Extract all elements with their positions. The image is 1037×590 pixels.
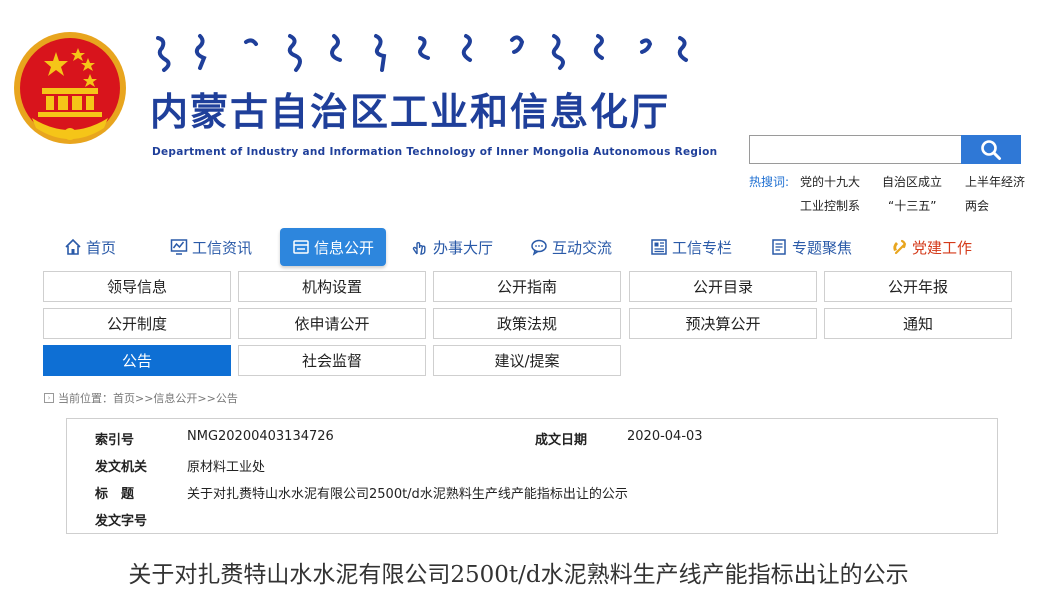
nav-item-label: 办事大厅: [433, 238, 494, 257]
subnav-on-request[interactable]: 依申请公开: [238, 308, 426, 339]
nav-item-label: 互动交流: [552, 238, 613, 257]
hot-words-label: 热搜词:: [749, 175, 790, 189]
issuer-label: 发文机关: [95, 460, 148, 475]
hot-word-link[interactable]: 两会: [965, 197, 989, 214]
subnav-leader-info[interactable]: 领导信息: [43, 271, 231, 302]
hot-word-link[interactable]: 自治区成立: [882, 173, 942, 190]
nav-item-interaction[interactable]: 互动交流: [530, 228, 612, 266]
date-label: 成文日期: [535, 433, 588, 448]
date-value: 2020-04-03: [627, 429, 703, 444]
home-icon: [64, 238, 82, 256]
title-label: 标 题: [95, 487, 135, 502]
subnav-annual-report[interactable]: 公开年报: [824, 271, 1012, 302]
nav-item-label: 工信专栏: [672, 238, 733, 257]
subnav-disclosure-guide[interactable]: 公开指南: [433, 271, 621, 302]
search-input[interactable]: [749, 135, 962, 164]
hot-word-link[interactable]: 上半年经济: [965, 173, 1025, 190]
nav-item-party-building[interactable]: 党建工作: [890, 228, 972, 266]
screen-icon: [292, 238, 310, 256]
nav-item-column[interactable]: 工信专栏: [650, 228, 732, 266]
subnav-disclosure-system[interactable]: 公开制度: [43, 308, 231, 339]
chat-bubble-icon: [530, 238, 548, 256]
hot-word-link[interactable]: 工业控制系: [800, 197, 860, 214]
chart-monitor-icon: [170, 238, 188, 256]
subnav-public-supervision[interactable]: 社会监督: [238, 345, 426, 376]
subnav-org-structure[interactable]: 机构设置: [238, 271, 426, 302]
document-icon: [770, 238, 788, 256]
search-button[interactable]: [961, 135, 1021, 164]
nav-item-service-hall[interactable]: 办事大厅: [411, 228, 493, 266]
nav-item-news[interactable]: 工信资讯: [170, 228, 252, 266]
docno-label: 发文字号: [95, 514, 148, 529]
issuer-value: 原材料工业处: [187, 460, 266, 475]
hot-word-link[interactable]: 党的十九大: [800, 173, 860, 190]
mongolian-script-logo: [156, 34, 688, 72]
subnav-notices[interactable]: 通知: [824, 308, 1012, 339]
nav-item-home[interactable]: 首页: [64, 228, 116, 266]
subnav-suggestions-proposals[interactable]: 建议/提案: [433, 345, 621, 376]
subnav-announcements[interactable]: 公告: [43, 345, 231, 376]
article-title: 关于对扎赉特山水水泥有限公司2500t/d水泥熟料生产线产能指标出让的公示: [128, 562, 909, 588]
breadcrumb: › 当前位置：首页>>信息公开>>公告: [44, 390, 238, 406]
nav-item-label: 党建工作: [912, 238, 973, 257]
location-arrow-icon: ›: [44, 393, 54, 403]
site-title: 内蒙古自治区工业和信息化厅: [150, 89, 671, 134]
document-meta-box: 索引号 NMG20200403134726 成文日期 2020-04-03 发文…: [66, 418, 998, 534]
party-emblem-icon: [890, 238, 908, 256]
hand-pointer-icon: [411, 238, 429, 256]
nav-item-label: 工信资讯: [192, 238, 253, 257]
search-icon: [981, 139, 1001, 160]
site-subtitle: Department of Industry and Information T…: [152, 146, 718, 158]
index-label: 索引号: [95, 433, 135, 448]
newspaper-icon: [650, 238, 668, 256]
national-emblem-logo: [14, 32, 126, 144]
nav-item-label: 信息公开: [314, 238, 375, 257]
title-value: 关于对扎赉特山水水泥有限公司2500t/d水泥熟料生产线产能指标出让的公示: [187, 487, 628, 502]
nav-item-topics[interactable]: 专题聚焦: [770, 228, 852, 266]
nav-item-label: 首页: [86, 238, 117, 257]
breadcrumb-text[interactable]: 当前位置：首页>>信息公开>>公告: [58, 390, 238, 406]
nav-item-info-disclosure[interactable]: 信息公开: [280, 228, 387, 266]
subnav-disclosure-catalog[interactable]: 公开目录: [629, 271, 817, 302]
nav-item-label: 专题聚焦: [792, 238, 853, 257]
subnav-budget-disclosure[interactable]: 预决算公开: [629, 308, 817, 339]
index-value: NMG20200403134726: [187, 429, 334, 444]
subnav-policy-regulations[interactable]: 政策法规: [433, 308, 621, 339]
hot-word-link[interactable]: “十三五”: [888, 197, 936, 214]
